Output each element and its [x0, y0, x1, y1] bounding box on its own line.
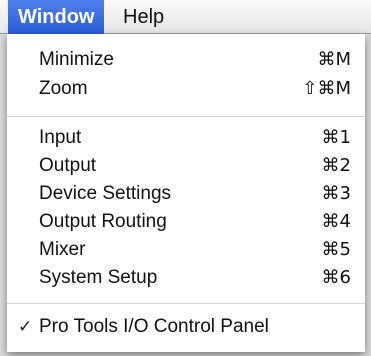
keyboard-shortcut: ⌘3 [321, 183, 351, 204]
menu-item-zoom[interactable]: Zoom ⇧⌘M [7, 75, 365, 103]
menu-item-label: Zoom [39, 78, 88, 99]
menu-item-device-settings[interactable]: Device Settings ⌘3 [7, 180, 365, 208]
menu-item-pro-tools-io-control-panel[interactable]: ✓ Pro Tools I/O Control Panel [7, 313, 365, 341]
menu-item-output[interactable]: Output ⌘2 [7, 152, 365, 180]
checkmark-icon: ✓ [18, 317, 33, 337]
menu-separator [7, 303, 365, 304]
keyboard-shortcut: ⇧⌘M [302, 78, 351, 99]
menu-item-mixer[interactable]: Mixer ⌘5 [7, 236, 365, 264]
window-dropdown-menu: Minimize ⌘M Zoom ⇧⌘M Input ⌘1 Output ⌘2 … [7, 34, 365, 352]
menu-item-label: Device Settings [39, 183, 172, 204]
keyboard-shortcut: ⌘2 [321, 155, 351, 176]
menu-item-label: System Setup [39, 267, 158, 288]
keyboard-shortcut: ⌘4 [321, 211, 351, 232]
menu-item-label: Input [39, 127, 82, 148]
menu-separator [7, 116, 365, 117]
menu-item-system-setup[interactable]: System Setup ⌘6 [7, 264, 365, 292]
keyboard-shortcut: ⌘1 [321, 127, 351, 148]
window-menu[interactable]: Window [8, 0, 105, 34]
menu-item-label: Minimize [39, 49, 114, 70]
menu-item-output-routing[interactable]: Output Routing ⌘4 [7, 208, 365, 236]
keyboard-shortcut: ⌘5 [321, 239, 351, 260]
menu-item-input[interactable]: Input ⌘1 [7, 124, 365, 152]
help-menu[interactable]: Help [123, 0, 164, 34]
menu-bar: Window Help [0, 0, 371, 34]
menu-item-label: Output [39, 155, 97, 176]
menu-item-label: Mixer [39, 239, 86, 260]
menu-item-minimize[interactable]: Minimize ⌘M [7, 46, 365, 74]
keyboard-shortcut: ⌘6 [321, 267, 351, 288]
menu-item-label: Output Routing [39, 211, 167, 232]
keyboard-shortcut: ⌘M [317, 49, 351, 70]
menu-item-label: Pro Tools I/O Control Panel [39, 316, 269, 337]
